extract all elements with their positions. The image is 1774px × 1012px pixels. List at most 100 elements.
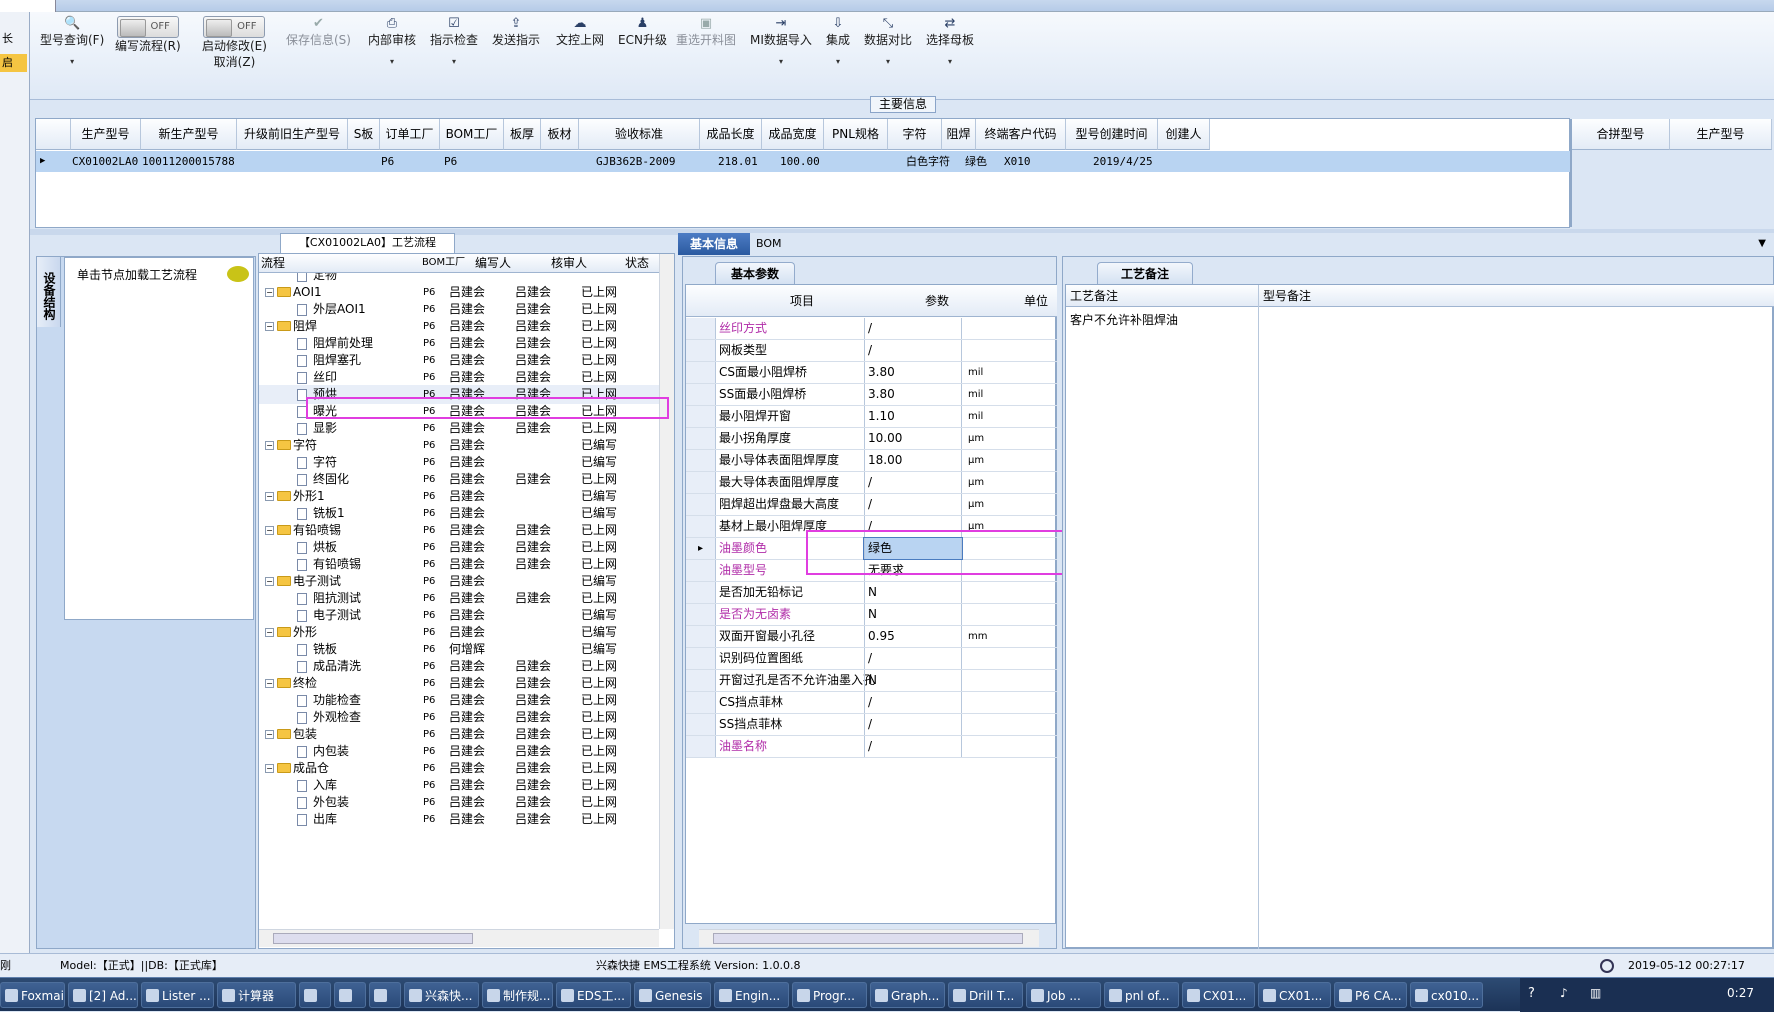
grid-header[interactable]: 升级前旧生产型号 bbox=[237, 119, 348, 150]
row-indicator[interactable] bbox=[686, 604, 716, 625]
expand-toggle-icon[interactable]: − bbox=[265, 628, 274, 637]
taskbar-item[interactable]: P6 CA... bbox=[1334, 982, 1407, 1008]
taskbar-item[interactable]: Graph... bbox=[870, 982, 945, 1008]
left-strip-item[interactable]: 长 bbox=[0, 30, 27, 48]
row-indicator[interactable] bbox=[686, 362, 716, 383]
volume-icon[interactable]: ♪ bbox=[1560, 986, 1568, 1000]
scroll-thumb[interactable] bbox=[713, 933, 1023, 944]
param-row[interactable]: 最小拐角厚度 10.00 μm bbox=[686, 428, 1057, 450]
write-flow-button[interactable]: OFF 编写流程(R) bbox=[115, 16, 181, 54]
grid-header[interactable]: 终端客户代码 bbox=[976, 119, 1066, 150]
row-indicator[interactable] bbox=[686, 560, 716, 581]
grid-row-selected[interactable]: ▶ CX01002LA0 10011200015788 P6 P6 GJB362… bbox=[36, 151, 1570, 172]
taskbar-item[interactable]: Lister ... bbox=[141, 982, 214, 1008]
grid-header[interactable]: 生产型号 bbox=[71, 119, 141, 150]
grid-header[interactable]: 字符 bbox=[888, 119, 942, 150]
param-row[interactable]: 识别码位置图纸 / bbox=[686, 648, 1057, 670]
flow-header[interactable]: 流程 bbox=[261, 254, 285, 272]
param-value[interactable]: 1.10 bbox=[864, 406, 962, 427]
param-header[interactable]: 项目 bbox=[790, 285, 814, 317]
taskbar-item[interactable]: 制作规... bbox=[482, 982, 553, 1008]
taskbar-item[interactable]: Drill T... bbox=[948, 982, 1023, 1008]
expand-toggle-icon[interactable]: − bbox=[265, 492, 274, 501]
taskbar-item[interactable]: pnl of... bbox=[1104, 982, 1179, 1008]
row-indicator[interactable] bbox=[686, 692, 716, 713]
param-value[interactable]: 3.80 bbox=[864, 362, 962, 383]
network-icon[interactable]: ▥ bbox=[1590, 986, 1601, 1000]
taskbar-item[interactable]: Job ... bbox=[1026, 982, 1101, 1008]
cancel-label[interactable]: 取消(Z) bbox=[214, 55, 256, 69]
ecn-upgrade-button[interactable]: ♟ ECN升级 bbox=[618, 16, 667, 48]
param-value[interactable]: / bbox=[864, 692, 962, 713]
param-row[interactable]: 阻焊超出焊盘最大高度 / μm bbox=[686, 494, 1057, 516]
row-indicator[interactable] bbox=[686, 428, 716, 449]
taskbar-item[interactable]: Foxmail bbox=[0, 982, 65, 1008]
internal-review-button[interactable]: ⎙ 内部审核 ▾ bbox=[368, 16, 416, 70]
param-value[interactable]: / bbox=[864, 472, 962, 493]
grid-header[interactable]: 板材 bbox=[541, 119, 579, 150]
grid-header[interactable]: 阻焊 bbox=[942, 119, 976, 150]
param-value[interactable]: N bbox=[864, 582, 962, 603]
row-indicator[interactable] bbox=[686, 516, 716, 537]
grid-header[interactable]: 创建人 bbox=[1158, 119, 1210, 150]
expand-toggle-icon[interactable]: − bbox=[265, 679, 274, 688]
flow-header[interactable]: 状态 bbox=[625, 254, 649, 272]
flow-header[interactable]: 编写人 bbox=[475, 254, 511, 272]
flow-header[interactable]: 核审人 bbox=[551, 254, 587, 272]
param-row[interactable]: 开窗过孔是否不允许油墨入孔 N bbox=[686, 670, 1057, 692]
model-query-button[interactable]: 🔍 型号查询(F) ▾ bbox=[40, 16, 104, 70]
expand-toggle-icon[interactable]: − bbox=[265, 730, 274, 739]
send-instruction-button[interactable]: ⇪ 发送指示 bbox=[492, 16, 540, 48]
param-row[interactable]: 网板类型 / bbox=[686, 340, 1057, 362]
param-row[interactable]: SS面最小阻焊桥 3.80 mil bbox=[686, 384, 1057, 406]
flow-tree-row[interactable]: 出库 P6 吕建会 吕建会 已上网 bbox=[259, 810, 659, 829]
flow-header[interactable]: BOM工厂 bbox=[422, 254, 465, 272]
param-row[interactable]: CS挡点菲林 / bbox=[686, 692, 1057, 714]
param-header[interactable]: 单位 bbox=[1024, 285, 1048, 317]
integrate-button[interactable]: ⇩ 集成 ▾ bbox=[826, 16, 850, 70]
row-indicator[interactable] bbox=[686, 340, 716, 361]
side-grid-header[interactable]: 生产型号 bbox=[1670, 119, 1772, 150]
row-indicator[interactable] bbox=[686, 472, 716, 493]
row-indicator[interactable] bbox=[686, 736, 716, 757]
param-row[interactable]: 油墨名称 / bbox=[686, 736, 1057, 758]
taskbar-item[interactable]: cx010... bbox=[1410, 982, 1483, 1008]
row-indicator[interactable] bbox=[686, 406, 716, 427]
side-grid-header[interactable]: 合拼型号 bbox=[1572, 119, 1670, 150]
scroll-thumb[interactable] bbox=[273, 933, 473, 944]
param-header[interactable]: 参数 bbox=[925, 285, 949, 317]
taskbar-item[interactable]: [2] Ad... bbox=[68, 982, 138, 1008]
param-value[interactable]: / bbox=[864, 736, 962, 757]
select-motherboard-button[interactable]: ⇄ 选择母板 ▾ bbox=[926, 16, 974, 70]
param-value[interactable]: N bbox=[864, 670, 962, 691]
chevron-down-icon[interactable]: ▼ bbox=[1758, 233, 1766, 255]
param-value[interactable]: N bbox=[864, 604, 962, 625]
help-icon[interactable]: ? bbox=[1528, 986, 1535, 1001]
param-value[interactable]: / bbox=[864, 340, 962, 361]
taskbar-item[interactable]: 计算器 bbox=[217, 982, 296, 1008]
grid-header[interactable]: 板厚 bbox=[504, 119, 541, 150]
row-indicator[interactable] bbox=[686, 450, 716, 471]
taskbar-item[interactable] bbox=[369, 982, 401, 1008]
row-indicator[interactable] bbox=[686, 318, 716, 339]
flow-horizontal-scrollbar[interactable] bbox=[259, 929, 659, 947]
load-flow-button[interactable]: 单击节点加载工艺流程 bbox=[77, 266, 197, 283]
remark-header[interactable]: 工艺备注 bbox=[1070, 285, 1118, 307]
row-indicator[interactable] bbox=[686, 626, 716, 647]
param-row[interactable]: 双面开窗最小孔径 0.95 mm bbox=[686, 626, 1057, 648]
expand-toggle-icon[interactable]: − bbox=[265, 764, 274, 773]
row-indicator[interactable] bbox=[686, 648, 716, 669]
grid-header[interactable]: 验收标准 bbox=[579, 119, 700, 150]
reselect-image-button[interactable]: ▣ 重选开料图 bbox=[676, 16, 736, 48]
tab-basic-params[interactable]: 基本参数 bbox=[715, 262, 795, 284]
param-row[interactable]: SS挡点菲林 / bbox=[686, 714, 1057, 736]
param-value[interactable]: 0.95 bbox=[864, 626, 962, 647]
grid-header[interactable]: 型号创建时间 bbox=[1066, 119, 1158, 150]
tab-basic-info[interactable]: 基本信息 bbox=[678, 233, 750, 255]
grid-header[interactable]: BOM工厂 bbox=[440, 119, 504, 150]
taskbar-item[interactable]: CX01... bbox=[1258, 982, 1331, 1008]
row-indicator[interactable]: ▸ bbox=[686, 538, 716, 559]
param-row[interactable]: 是否加无铅标记 N bbox=[686, 582, 1057, 604]
start-edit-button[interactable]: OFF 启动修改(E) 取消(Z) bbox=[202, 16, 267, 70]
param-value[interactable]: 18.00 bbox=[864, 450, 962, 471]
